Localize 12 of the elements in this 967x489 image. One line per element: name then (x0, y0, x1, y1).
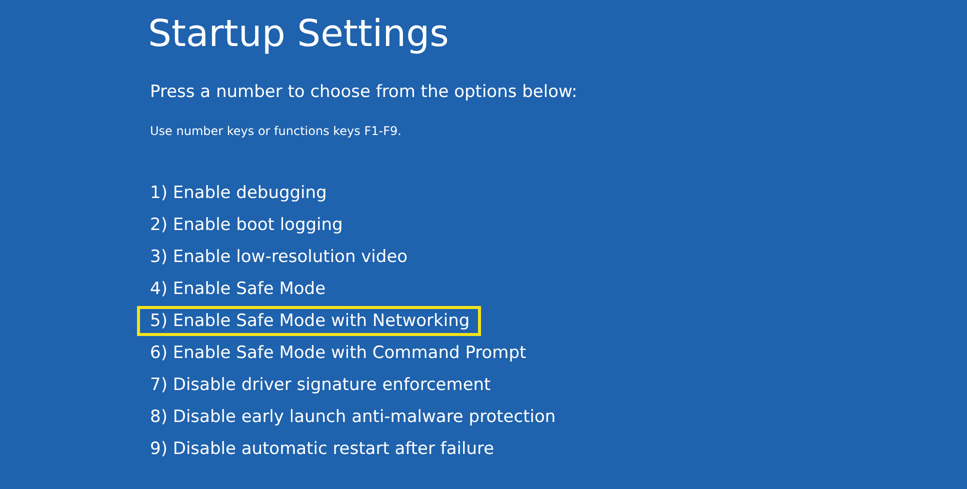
startup-option[interactable]: 1) Enable debugging (137, 178, 338, 208)
startup-option[interactable]: 7) Disable driver signature enforcement (137, 370, 502, 400)
startup-option[interactable]: 5) Enable Safe Mode with Networking (137, 306, 481, 336)
startup-option[interactable]: 2) Enable boot logging (137, 210, 354, 240)
startup-option[interactable]: 8) Disable early launch anti-malware protection (137, 402, 567, 432)
screen-title: Startup Settings (148, 11, 449, 57)
startup-option[interactable]: 3) Enable low-resolution video (137, 242, 419, 272)
hint-text: Use number keys or functions keys F1-F9. (150, 124, 402, 138)
startup-option[interactable]: 6) Enable Safe Mode with Command Prompt (137, 338, 538, 368)
instruction-text: Press a number to choose from the options below: (150, 82, 578, 102)
startup-option[interactable]: 4) Enable Safe Mode (137, 274, 337, 304)
startup-option[interactable]: 9) Disable automatic restart after failure (137, 434, 506, 464)
